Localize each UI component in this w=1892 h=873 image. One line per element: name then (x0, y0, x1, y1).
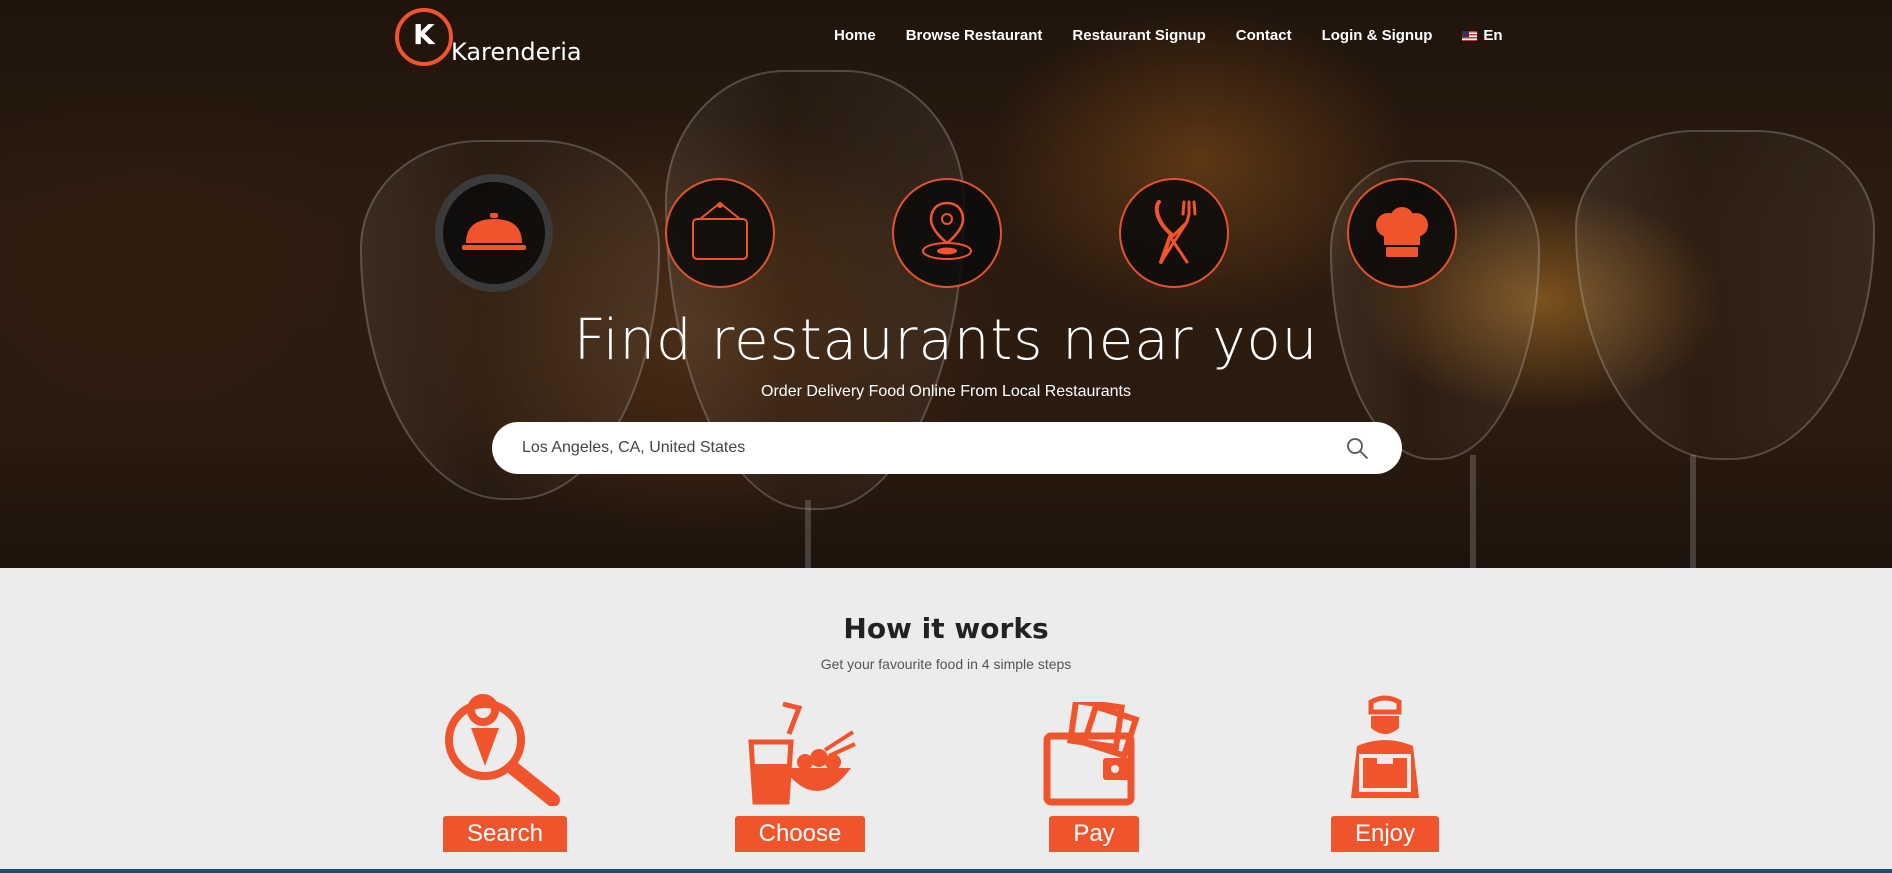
step-choose: Choose (733, 686, 867, 852)
food-bowl-icon (748, 702, 856, 805)
brand-name: Karenderia (451, 38, 582, 66)
delivery-person-icon (1351, 695, 1419, 798)
hero-title: Find restaurants near you (573, 308, 1319, 373)
location-search-bar (492, 422, 1402, 474)
nav-browse-restaurant[interactable]: Browse Restaurant (906, 27, 1043, 44)
hero-banner: K Karenderia Home Browse Restaurant Rest… (0, 0, 1892, 568)
wallet-icon (1043, 702, 1140, 806)
step-label-search: Search (442, 816, 568, 852)
language-label: En (1483, 27, 1503, 44)
step-search: Search (440, 686, 570, 852)
nav-contact[interactable]: Contact (1236, 27, 1292, 44)
step-label-pay: Pay (1049, 816, 1139, 852)
location-search-icon (445, 694, 560, 806)
fork-knife-circle[interactable] (1119, 178, 1229, 288)
nav-login-signup[interactable]: Login & Signup (1322, 27, 1433, 44)
how-it-works-subtitle: Get your favourite food in 4 simple step… (820, 656, 1072, 672)
nav-restaurant-signup[interactable]: Restaurant Signup (1072, 27, 1205, 44)
step-enjoy: Enjoy (1329, 686, 1441, 852)
step-pay: Pay (1040, 686, 1148, 852)
step-label-enjoy: Enjoy (1330, 816, 1440, 852)
logo-letter: K (413, 18, 435, 51)
cloche-icon (462, 213, 526, 250)
cloche-circle[interactable] (435, 174, 553, 292)
nav-home[interactable]: Home (834, 27, 876, 44)
language-selector[interactable]: En (1462, 27, 1503, 44)
sign-circle[interactable] (665, 178, 775, 288)
brand-logo[interactable]: K Karenderia (395, 6, 582, 70)
footer-edge (0, 869, 1892, 873)
hero-subtitle: Order Delivery Food Online From Local Re… (761, 383, 1131, 400)
map-pin-icon (922, 201, 972, 260)
search-button[interactable] (1342, 433, 1372, 463)
chef-hat-icon (1376, 207, 1428, 257)
step-label-choose: Choose (734, 816, 866, 852)
search-icon (1347, 438, 1368, 459)
main-nav: Home Browse Restaurant Restaurant Signup… (834, 27, 1503, 44)
chef-hat-circle[interactable] (1347, 178, 1457, 288)
sign-icon (692, 202, 748, 260)
location-search-input[interactable] (522, 439, 1342, 457)
us-flag-icon (1462, 30, 1478, 41)
map-pin-circle[interactable] (892, 178, 1002, 288)
how-it-works-title: How it works (843, 612, 1049, 645)
fork-knife-icon (1154, 200, 1197, 264)
